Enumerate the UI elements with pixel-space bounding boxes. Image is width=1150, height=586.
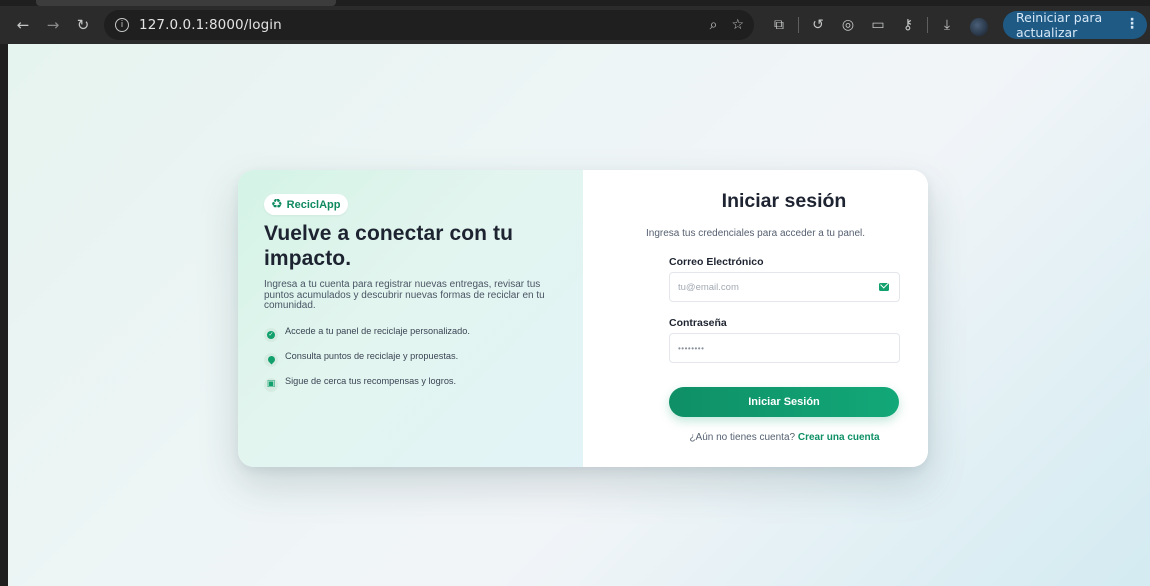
feature-text: Accede a tu panel de reciclaje personali… <box>285 325 470 336</box>
feature-text: Sigue de cerca tus recompensas y logros. <box>285 375 457 386</box>
extension-toolbar: ⧉ ↺ ◎ ▭ ⚷ ⤓ <box>764 12 962 38</box>
hero-panel: ♻ ReciclApp Vuelve a conectar con tu imp… <box>238 170 583 467</box>
address-bar-url[interactable]: 127.0.0.1:8000/login <box>139 17 282 33</box>
map-pin-icon <box>264 352 278 367</box>
address-bar[interactable]: i 127.0.0.1:8000/login ⌕ ☆ <box>104 10 754 40</box>
email-field[interactable]: tu@email.com <box>669 272 900 302</box>
toolbar-separator <box>798 17 799 33</box>
brand-name: ReciclApp <box>286 198 341 211</box>
cast-icon[interactable]: ▭ <box>863 17 893 33</box>
hero-lead: Ingresa a tu cuenta para registrar nueva… <box>264 279 545 311</box>
login-title: Iniciar sesión <box>721 190 847 212</box>
login-subtitle: Ingresa tus credenciales para acceder a … <box>645 228 866 239</box>
browser-chrome: ← → ↻ i 127.0.0.1:8000/login ⌕ ☆ ⧉ ↺ ◎ ▭… <box>0 0 1150 48</box>
brand-badge: ♻ ReciclApp <box>264 194 349 215</box>
email-label: Correo Electrónico <box>669 256 764 268</box>
signup-prompt: ¿Aún no tienes cuenta? Crear una cuenta <box>583 432 928 443</box>
email-placeholder: tu@email.com <box>678 281 739 293</box>
browser-menu-icon[interactable]: ⋮ <box>1125 16 1139 32</box>
login-button[interactable]: Iniciar Sesión <box>669 387 899 417</box>
feature-item: ▣ Sigue de cerca tus recompensas y logro… <box>264 375 557 400</box>
update-button[interactable]: Reiniciar para actualizar ⋮ <box>1003 10 1147 40</box>
envelope-icon <box>879 283 889 291</box>
login-form-panel: Iniciar sesión Ingresa tus credenciales … <box>583 170 928 467</box>
check-circle-icon: ✓ <box>264 327 278 342</box>
forward-arrow-icon[interactable]: → <box>42 14 64 36</box>
hero-headline: Vuelve a conectar con tu impacto. <box>264 222 514 270</box>
password-key-icon[interactable]: ⚷ <box>893 17 923 33</box>
google-lens-icon[interactable]: ◎ <box>833 17 863 33</box>
password-label: Contraseña <box>669 317 727 329</box>
signup-prompt-text: ¿Aún no tienes cuenta? <box>689 432 796 443</box>
browser-toolbar: ← → ↻ i 127.0.0.1:8000/login ⌕ ☆ ⧉ ↺ ◎ ▭… <box>0 6 1150 44</box>
bookmark-star-icon[interactable]: ☆ <box>731 17 744 33</box>
back-arrow-icon[interactable]: ← <box>12 14 34 36</box>
gift-icon: ▣ <box>264 377 278 392</box>
history-icon[interactable]: ↺ <box>803 17 833 33</box>
feature-text: Consulta puntos de reciclaje y propuesta… <box>285 350 459 361</box>
create-account-link[interactable]: Crear una cuenta <box>798 432 880 443</box>
reload-icon[interactable]: ↻ <box>72 14 94 36</box>
password-mask: •••••••• <box>678 343 705 353</box>
extensions-puzzle-icon[interactable]: ⧉ <box>764 17 794 33</box>
site-info-icon[interactable]: i <box>115 18 129 32</box>
password-field[interactable]: •••••••• <box>669 333 900 363</box>
profile-avatar[interactable] <box>970 18 988 36</box>
recycle-icon: ♻ <box>271 197 283 212</box>
feature-list: ✓ Accede a tu panel de reciclaje persona… <box>264 325 557 400</box>
omnibox-actions: ⌕ ☆ <box>710 10 744 40</box>
toolbar-separator <box>927 17 928 33</box>
download-icon[interactable]: ⤓ <box>932 17 962 33</box>
feature-item: ✓ Accede a tu panel de reciclaje persona… <box>264 325 557 350</box>
feature-item: Consulta puntos de reciclaje y propuesta… <box>264 350 557 375</box>
login-card: ♻ ReciclApp Vuelve a conectar con tu imp… <box>238 170 928 467</box>
page-viewport: ♻ ReciclApp Vuelve a conectar con tu imp… <box>8 44 1150 586</box>
zoom-icon[interactable]: ⌕ <box>710 17 718 33</box>
